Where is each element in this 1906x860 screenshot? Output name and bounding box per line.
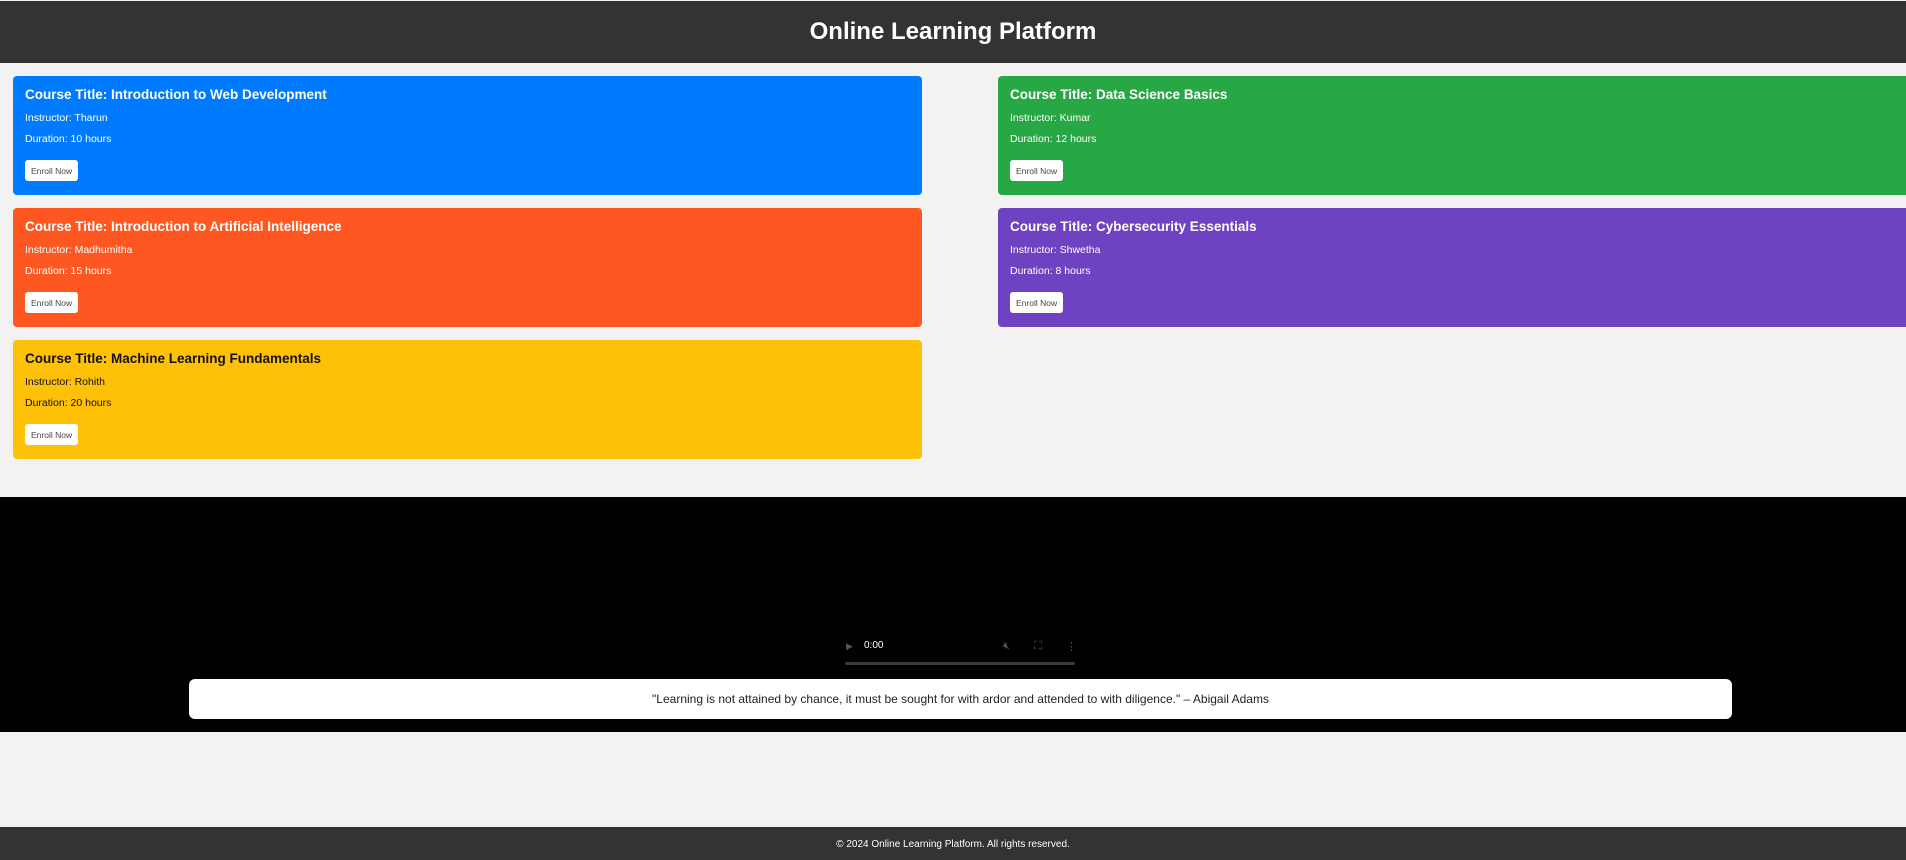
course-title: Course Title: Data Science Basics bbox=[1010, 87, 1228, 102]
course-card-machine-learning: Course Title: Machine Learning Fundament… bbox=[13, 340, 922, 459]
course-duration: Duration: 10 hours bbox=[25, 133, 112, 145]
video-time: 0:00 bbox=[864, 640, 884, 651]
course-card-data-science: Course Title: Data Science Basics Instru… bbox=[998, 76, 1906, 195]
course-title: Course Title: Machine Learning Fundament… bbox=[25, 351, 322, 366]
volume-icon[interactable]: 🔇︎ bbox=[1003, 640, 1010, 653]
fullscreen-icon[interactable]: ⛶ bbox=[1034, 640, 1042, 653]
quote-box: "Learning is not attained by chance, it … bbox=[189, 679, 1732, 719]
course-instructor: Instructor: Shwetha bbox=[1010, 244, 1101, 256]
course-title: Course Title: Introduction to Artificial… bbox=[25, 219, 342, 234]
course-instructor: Instructor: Kumar bbox=[1010, 112, 1091, 124]
course-card-artificial-intelligence: Course Title: Introduction to Artificial… bbox=[13, 208, 922, 327]
course-card-cybersecurity: Course Title: Cybersecurity Essentials I… bbox=[998, 208, 1906, 327]
video-progress-bar[interactable] bbox=[845, 662, 1075, 665]
play-icon[interactable]: ▶ bbox=[846, 641, 853, 652]
course-instructor: Instructor: Madhumitha bbox=[25, 244, 133, 256]
enroll-button[interactable]: Enroll Now bbox=[25, 424, 79, 445]
course-card-web-development: Course Title: Introduction to Web Develo… bbox=[13, 76, 922, 195]
enroll-button[interactable]: Enroll Now bbox=[1010, 292, 1064, 313]
enroll-button[interactable]: Enroll Now bbox=[1010, 160, 1064, 181]
enroll-button[interactable]: Enroll Now bbox=[25, 292, 79, 313]
course-instructor: Instructor: Rohith bbox=[25, 376, 105, 388]
course-duration: Duration: 20 hours bbox=[25, 397, 112, 409]
footer-text: © 2024 Online Learning Platform. All rig… bbox=[836, 839, 1070, 850]
page-header: Online Learning Platform bbox=[0, 1, 1906, 63]
quote-text: "Learning is not attained by chance, it … bbox=[652, 692, 1269, 706]
course-duration: Duration: 12 hours bbox=[1010, 133, 1097, 145]
video-controls: ▶ 0:00 🔇︎ ⛶ ⋮ bbox=[845, 638, 1077, 668]
course-duration: Duration: 15 hours bbox=[25, 265, 112, 277]
course-title: Course Title: Introduction to Web Develo… bbox=[25, 87, 327, 102]
course-duration: Duration: 8 hours bbox=[1010, 265, 1091, 277]
course-title: Course Title: Cybersecurity Essentials bbox=[1010, 219, 1257, 234]
more-options-icon[interactable]: ⋮ bbox=[1066, 640, 1077, 653]
course-instructor: Instructor: Tharun bbox=[25, 112, 108, 124]
page-title: Online Learning Platform bbox=[809, 18, 1097, 45]
page-footer: © 2024 Online Learning Platform. All rig… bbox=[0, 827, 1906, 860]
enroll-button[interactable]: Enroll Now bbox=[25, 160, 79, 181]
